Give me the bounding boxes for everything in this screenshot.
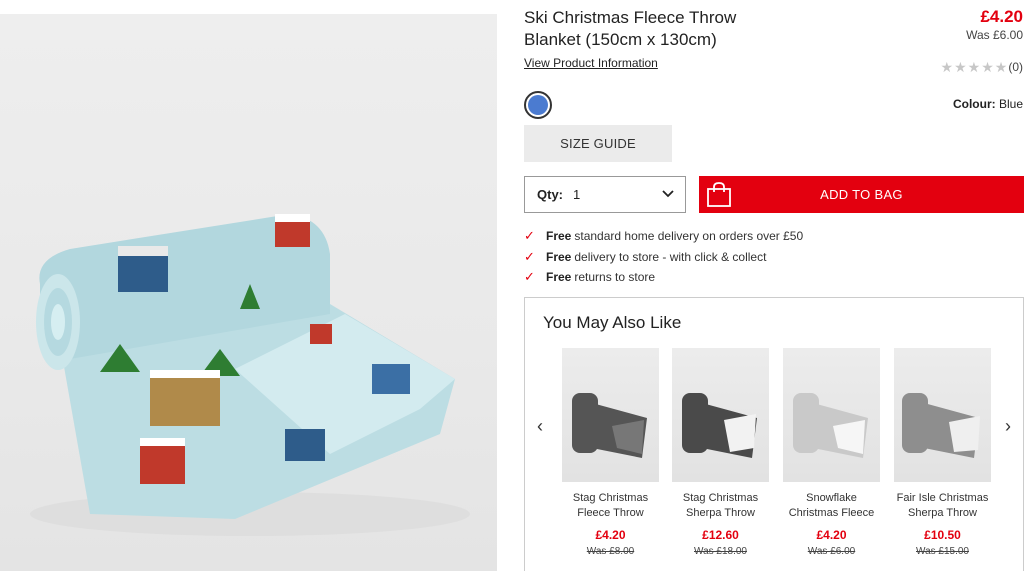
recommended-product-price: £4.20 [816,528,847,542]
throw-thumbnail-image [902,393,980,458]
product-image[interactable] [0,14,497,571]
view-product-information-link[interactable]: View Product Information [524,56,658,70]
recommended-product-price: £10.50 [924,528,961,542]
recommended-product-name[interactable]: Fair Isle Christmas Sherpa Throw [894,491,991,521]
product-thumbnail[interactable] [894,348,991,482]
quantity-select[interactable]: Qty: 1 [524,176,686,213]
benefit-bold: Free [546,249,572,264]
benefit-text: standard home delivery on orders over £5… [574,229,804,243]
current-price: £4.20 [980,7,1023,26]
recommended-product-name[interactable]: Snowflake Christmas Fleece [783,491,880,521]
recommended-product-was-price: Was £6.00 [807,546,856,557]
colour-value: Blue [998,97,1023,111]
colour-indicator: Colour: Blue [953,97,1023,111]
price-block: £4.20 Was £6.00 [966,7,1023,43]
add-to-bag-button[interactable]: ADD TO BAG [699,176,1024,213]
recommended-product[interactable]: Snowflake Christmas Fleece £4.20 Was £6.… [783,348,880,557]
size-guide-button[interactable]: SIZE GUIDE [524,125,672,162]
benefit-item: ✓ Free delivery to store - with click & co… [524,247,803,268]
recommended-product[interactable]: Fair Isle Christmas Sherpa Throw £10.50 … [894,348,991,557]
benefit-text: delivery to store - with click & collect [574,249,767,264]
colour-label: Colour: [952,97,996,111]
benefit-text: returns to store [574,270,656,284]
chevron-right-icon[interactable]: › [1005,416,1011,437]
checkmark-icon: ✓ [524,228,535,243]
checkmark-icon: ✓ [524,248,535,264]
throw-thumbnail-image [682,393,757,458]
colour-swatch-blue[interactable] [524,91,552,119]
star-icon: ★ [994,59,1008,75]
recommended-product-was-price: Was £15.00 [916,546,969,557]
recommended-product-name[interactable]: Stag Christmas Fleece Throw [562,491,659,521]
benefit-bold: Free [546,229,572,243]
recommended-product-price: £12.60 [702,528,739,542]
delivery-benefits: ✓ Free standard home delivery on orders ov… [524,226,803,288]
star-icon: ★ [967,59,981,75]
blanket-illustration [30,214,470,536]
product-thumbnail[interactable] [562,348,659,482]
star-icon: ★ [940,59,954,75]
product-title: Ski Christmas Fleece Throw Blanket (150c… [524,8,737,49]
chevron-left-icon[interactable]: ‹ [537,416,543,437]
rating-count: (0) [1008,60,1023,74]
qty-value: 1 [573,187,581,202]
recommended-product-was-price: Was £8.00 [586,546,635,557]
bag-icon [707,182,731,207]
star-icon: ★ [981,59,994,75]
chevron-down-icon [662,190,674,198]
qty-label: Qty: [537,187,563,202]
throw-thumbnail-image [572,393,647,458]
recommended-product[interactable]: Stag Christmas Fleece Throw £4.20 Was £8… [562,348,659,557]
benefit-item: ✓ Free returns to store [524,267,803,288]
add-to-bag-label: ADD TO BAG [820,187,903,202]
recommended-product[interactable]: Stag Christmas Sherpa Throw £12.60 Was £… [672,348,769,557]
recommended-product-price: £4.20 [595,528,626,542]
you-may-also-like-carousel: You May Also Like ‹ › Stag Christmas Fle… [524,297,1024,571]
product-thumbnail[interactable] [783,348,880,482]
carousel-title: You May Also Like [543,313,682,332]
recommended-product-was-price: Was £18.00 [694,546,747,557]
star-icon: ★ [954,59,967,75]
was-price: Was £6.00 [966,28,1023,42]
checkmark-icon: ✓ [524,269,535,284]
product-thumbnail[interactable] [672,348,769,482]
benefit-item: ✓ Free standard home delivery on orders ov… [524,226,803,247]
rating[interactable]: ★ ★ ★ ★ ★ (0) [941,60,1023,74]
recommended-product-name[interactable]: Stag Christmas Sherpa Throw [672,491,769,521]
throw-thumbnail-image [793,393,868,458]
swatch-fill [528,95,548,115]
benefit-bold: Free [546,270,572,284]
